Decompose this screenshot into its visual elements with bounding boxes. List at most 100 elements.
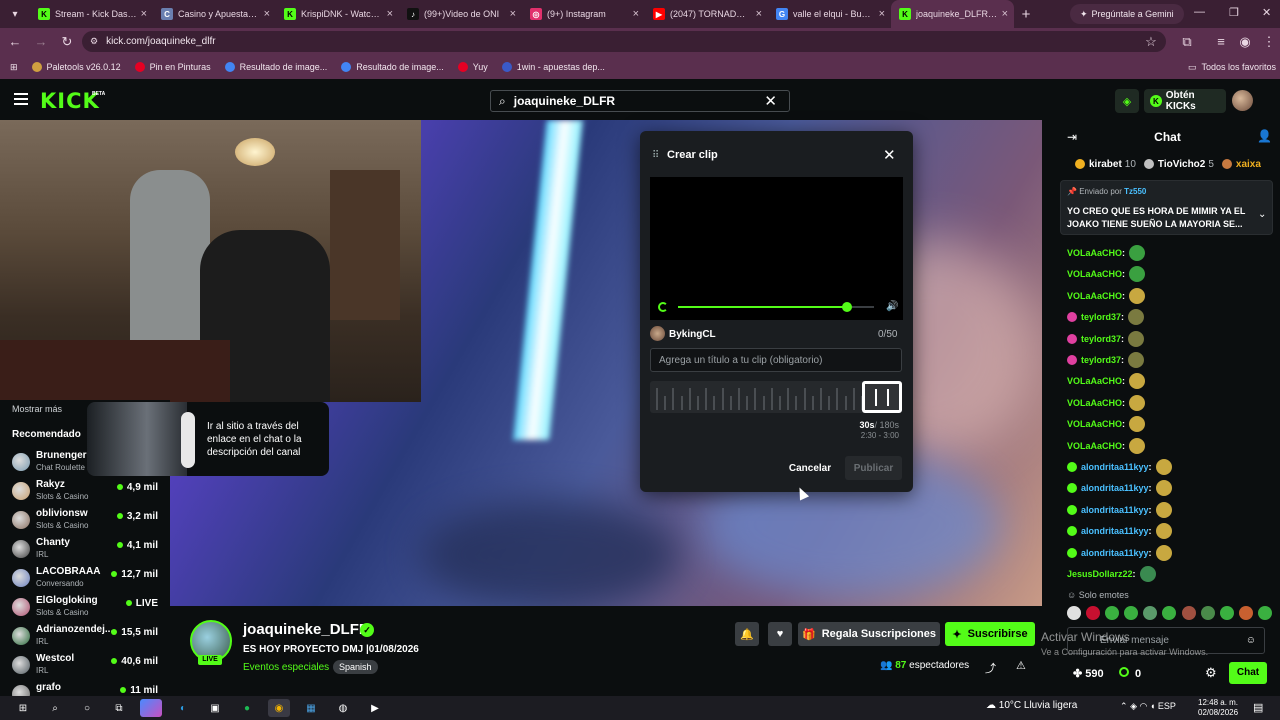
language-tag[interactable]: Spanish [333, 660, 378, 674]
drag-handle-icon[interactable]: ⠿ [652, 150, 659, 161]
bookmark-item[interactable]: Resultado de image... [341, 62, 444, 72]
minimize-button[interactable]: — [1194, 6, 1205, 18]
bookmark-item[interactable]: Pin en Pinturas [134, 62, 211, 72]
pinned-message[interactable]: 📌 Enviado por Tz550 YO CREO QUE ES HORA … [1060, 180, 1273, 235]
url-bar[interactable]: ⚙ kick.com/joaquineke_dlfr [82, 31, 1166, 52]
bookmark-star-icon[interactable]: ☆ [1140, 34, 1162, 50]
kicks-balance[interactable]: 0 [1119, 667, 1141, 680]
extensions-icon[interactable]: ⧉ [1176, 34, 1198, 50]
bookmark-item[interactable]: Yuy [457, 62, 488, 72]
bookmark-item[interactable]: Paletools v26.0.12 [31, 62, 121, 72]
emote-item[interactable] [1067, 606, 1081, 620]
chat-username[interactable]: alondritaa11kyy [1081, 462, 1149, 472]
emote-item[interactable] [1105, 606, 1120, 620]
clip-playback-knob[interactable] [841, 302, 852, 312]
task-view-icon[interactable]: ⧉ [108, 699, 130, 717]
send-chat-button[interactable]: Chat [1229, 662, 1267, 684]
collapse-chat-icon[interactable]: ⇥ [1067, 130, 1077, 144]
channel-item[interactable]: oblivionsw Slots & Casino 3,2 mil [12, 508, 162, 534]
notification-icon[interactable]: ▤ [1253, 701, 1263, 714]
bookmark-item[interactable]: Resultado de image... [224, 62, 327, 72]
tab-close-icon[interactable]: × [141, 8, 147, 20]
channel-item[interactable]: Chanty IRL 4,1 mil [12, 537, 162, 563]
emote-item[interactable] [1200, 606, 1215, 620]
emote-item[interactable] [1124, 606, 1139, 620]
all-bookmarks-folder[interactable]: ▭ Todos los favoritos [1188, 62, 1276, 73]
ask-gemini-button[interactable]: ✦ Pregúntale a Gemini [1070, 4, 1184, 24]
media-icon[interactable]: ≡ [1210, 34, 1232, 49]
chat-username[interactable]: alondritaa11kyy [1081, 526, 1149, 536]
reload-button[interactable]: ↻ [56, 34, 78, 50]
kick-rewards-icon[interactable]: ◈ [1115, 89, 1139, 113]
show-more-link[interactable]: Mostrar más [12, 404, 62, 414]
emote-item[interactable] [1181, 606, 1196, 620]
store-icon[interactable]: ▣ [204, 699, 226, 717]
browser-tab[interactable]: Gvalle el elqui - Buscar × [768, 0, 891, 28]
search-input[interactable]: ⌕ joaquineke_DLFR ✕ [490, 90, 790, 112]
tab-close-icon[interactable]: × [510, 8, 516, 20]
volume-icon[interactable]: 🔊 [886, 301, 898, 312]
site-info-icon[interactable]: ⚙ [90, 36, 98, 47]
chat-username[interactable]: VOLaAaCHO [1067, 269, 1122, 279]
channel-item[interactable]: Adrianozendej... IRL 15,5 mil [12, 624, 162, 650]
wifi-icon[interactable]: ◠ [1140, 701, 1148, 711]
user-avatar[interactable] [1232, 90, 1253, 111]
chrome-icon[interactable]: ◉ [268, 699, 290, 717]
subscribe-button[interactable]: ✦ Suscribirse [945, 622, 1035, 646]
follow-heart-button[interactable]: ♥ [768, 622, 792, 646]
emote-item[interactable] [1257, 606, 1272, 620]
clear-search-icon[interactable]: ✕ [764, 92, 777, 110]
spotify-icon[interactable]: ● [236, 699, 258, 717]
range-handle[interactable] [875, 389, 877, 406]
leaderboard-entry[interactable]: kirabet 10 [1075, 157, 1136, 171]
edge-icon[interactable]: ◐ [172, 699, 194, 717]
close-icon[interactable]: ✕ [883, 146, 896, 164]
bookmark-item[interactable]: 1win - apuestas dep... [501, 62, 605, 72]
clip-title-input[interactable] [650, 348, 902, 372]
gift-subs-button[interactable]: 🎁 Regala Suscripciones [798, 622, 940, 646]
report-icon[interactable]: ⚠ [1016, 659, 1026, 672]
chat-username[interactable]: VOLaAaCHO [1067, 376, 1122, 386]
leaderboard-entry[interactable]: xaixa [1221, 157, 1261, 171]
emote-item[interactable] [1219, 606, 1234, 620]
chat-username[interactable]: VOLaAaCHO [1067, 248, 1122, 258]
weather-widget[interactable]: ☁ 10°C Lluvia ligera [986, 700, 1077, 711]
tray-app-icon[interactable]: ◈ [1130, 701, 1137, 711]
browser-tab[interactable]: K Stream - Kick Dashbo × [30, 0, 153, 28]
chat-message-input[interactable]: Enviar mensaje ☺ [1067, 627, 1265, 654]
calculator-icon[interactable]: ▦ [300, 699, 322, 717]
pinned-author[interactable]: Tz550 [1124, 187, 1146, 196]
clip-playback-slider[interactable] [678, 302, 874, 312]
emote-item[interactable] [1143, 606, 1158, 620]
browser-tab[interactable]: ◎ (9+) Instagram × [522, 0, 645, 28]
emote-item[interactable] [1238, 606, 1253, 620]
emoji-icon[interactable]: ☺ [1246, 628, 1256, 653]
copilot-icon[interactable] [140, 699, 162, 717]
range-handle[interactable] [887, 389, 889, 406]
tab-close-icon[interactable]: × [633, 8, 639, 20]
tab-close-icon[interactable]: × [264, 8, 270, 20]
emote-item[interactable] [1162, 606, 1177, 620]
maximize-button[interactable]: ❐ [1229, 6, 1239, 19]
browser-tab[interactable]: C Casino y Apuestas De × [153, 0, 276, 28]
channel-item[interactable]: ElGlogloking Slots & Casino LIVE [12, 595, 162, 621]
windows-start-icon[interactable]: ⊞ [12, 699, 34, 717]
chat-username[interactable]: VOLaAaCHO [1067, 419, 1122, 429]
forward-button[interactable]: → [30, 34, 52, 49]
cortana-icon[interactable]: ○ [76, 699, 98, 717]
clock[interactable]: 12:48 a. m. 02/08/2026 [1198, 698, 1238, 718]
streamer-name[interactable]: joaquineke_DLFR [243, 621, 370, 638]
profile-icon[interactable]: ◉ [1234, 34, 1256, 50]
chat-username[interactable]: alondritaa11kyy [1081, 505, 1149, 515]
chat-username[interactable]: teylord37 [1081, 312, 1121, 322]
media-player-icon[interactable]: ▶ [364, 699, 386, 717]
close-window-button[interactable]: ✕ [1262, 6, 1271, 19]
notification-bell-button[interactable]: 🔔 [735, 622, 759, 646]
leaderboard-entry[interactable]: TioVicho2 5 [1143, 157, 1214, 171]
obs-icon[interactable]: ◍ [332, 699, 354, 717]
browser-tab[interactable]: ▶ (2047) TORNADO QU × [645, 0, 768, 28]
tab-search-icon[interactable]: ▾ [4, 3, 26, 25]
chat-users-icon[interactable]: 👤 [1257, 129, 1272, 143]
chat-username[interactable]: VOLaAaCHO [1067, 398, 1122, 408]
cancel-button[interactable]: Cancelar [782, 456, 838, 480]
